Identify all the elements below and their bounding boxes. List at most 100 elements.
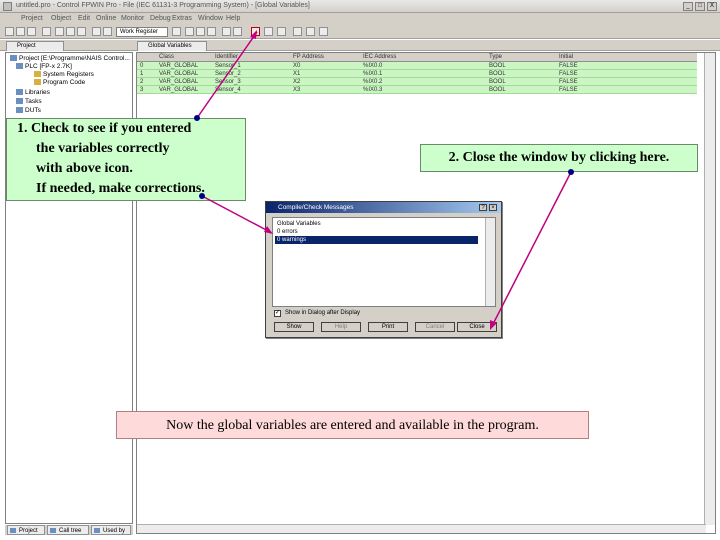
list-icon[interactable]: [319, 27, 328, 36]
cell-iec-address[interactable]: %IX0.1: [363, 70, 382, 78]
table-row[interactable]: 1 VAR_GLOBAL Sensor_2 X1 %IX0.1 BOOL FAL…: [137, 70, 697, 78]
column-header[interactable]: FP Address: [293, 54, 324, 60]
cell-identifier[interactable]: Sensor_3: [215, 78, 241, 86]
menu-monitor[interactable]: Monitor: [121, 15, 144, 22]
cell-iec-address[interactable]: %IX0.3: [363, 86, 382, 94]
bottom-tab-used-by[interactable]: Used by: [91, 525, 131, 535]
minimize-button[interactable]: _: [683, 2, 693, 11]
insert-row-icon[interactable]: [293, 27, 302, 36]
new-icon[interactable]: [5, 27, 14, 36]
cell-type[interactable]: BOOL: [489, 78, 506, 86]
cell-class[interactable]: VAR_GLOBAL: [159, 62, 198, 70]
call-tree-icon: [50, 528, 56, 533]
open-icon[interactable]: [16, 27, 25, 36]
tree-item-program-code[interactable]: Program Code: [34, 79, 85, 86]
close-button[interactable]: Close: [457, 322, 497, 332]
message-item[interactable]: Global Variables: [275, 220, 478, 228]
cell-type[interactable]: BOOL: [489, 62, 506, 70]
show-button[interactable]: Show: [274, 322, 314, 332]
register-combo[interactable]: Work Register: [116, 27, 168, 37]
replace-icon[interactable]: [196, 27, 205, 36]
menu-object[interactable]: Object: [51, 15, 71, 22]
dialog-help-icon[interactable]: ?: [479, 204, 487, 211]
bottom-tab-project[interactable]: Project: [7, 525, 45, 535]
table-row[interactable]: 0 VAR_GLOBAL Sensor_1 X0 %IX0.0 BOOL FAL…: [137, 62, 697, 70]
window-icon[interactable]: [92, 27, 101, 36]
menu-window[interactable]: Window: [198, 15, 223, 22]
tree-item-libraries[interactable]: Libraries: [16, 89, 50, 96]
print-button[interactable]: Print: [368, 322, 408, 332]
help-button[interactable]: Help: [321, 322, 361, 332]
message-item-selected[interactable]: 0 warnings: [275, 236, 478, 244]
menu-online[interactable]: Online: [96, 15, 116, 22]
menu-help[interactable]: Help: [226, 15, 240, 22]
callout-step-2: 2. Close the window by clicking here.: [420, 144, 698, 172]
tree-item-duts[interactable]: DUTs: [16, 107, 41, 114]
print-icon[interactable]: [42, 27, 51, 36]
delete-row-icon[interactable]: [306, 27, 315, 36]
cell-identifier[interactable]: Sensor_2: [215, 70, 241, 78]
tree-item-plc[interactable]: PLC [FP-x 2.7K]: [16, 63, 72, 70]
maximize-button[interactable]: □: [695, 2, 705, 11]
menu-bar: Project Object Edit Online Monitor Debug…: [0, 13, 720, 25]
copy-icon[interactable]: [66, 27, 75, 36]
show-dialog-checkbox[interactable]: ✓: [274, 310, 281, 317]
dialog-close-icon[interactable]: ×: [489, 204, 497, 211]
tree-item-system-registers[interactable]: System Registers: [34, 71, 94, 78]
list-scrollbar[interactable]: [485, 218, 495, 306]
menu-project[interactable]: Project: [21, 15, 43, 22]
cell-initial[interactable]: FALSE: [559, 86, 578, 94]
find-icon[interactable]: [185, 27, 194, 36]
menu-debug[interactable]: Debug: [150, 15, 171, 22]
cell-initial[interactable]: FALSE: [559, 62, 578, 70]
cell-fp-address[interactable]: X0: [293, 62, 300, 70]
save-icon[interactable]: [27, 27, 36, 36]
paste-icon[interactable]: [77, 27, 86, 36]
tree-item-tasks[interactable]: Tasks: [16, 98, 42, 105]
cell-initial[interactable]: FALSE: [559, 78, 578, 86]
build-icon[interactable]: [264, 27, 273, 36]
cell-type[interactable]: BOOL: [489, 86, 506, 94]
redo-icon[interactable]: [233, 27, 242, 36]
undo-icon[interactable]: [222, 27, 231, 36]
message-item[interactable]: 0 errors: [275, 228, 478, 236]
bottom-tab-call-tree[interactable]: Call tree: [47, 525, 89, 535]
cell-fp-address[interactable]: X1: [293, 70, 300, 78]
tab-project[interactable]: Project: [6, 41, 64, 51]
menu-edit[interactable]: Edit: [78, 15, 90, 22]
cell-type[interactable]: BOOL: [489, 70, 506, 78]
table-row[interactable]: 3 VAR_GLOBAL Sensor_4 X3 %IX0.3 BOOL FAL…: [137, 86, 697, 94]
cell-initial[interactable]: FALSE: [559, 70, 578, 78]
cell-fp-address[interactable]: X3: [293, 86, 300, 94]
cancel-button[interactable]: Cancel: [415, 322, 455, 332]
horizontal-scrollbar[interactable]: [137, 524, 706, 533]
checkbox-label: Show in Dialog after Display: [285, 310, 361, 316]
cell-class[interactable]: VAR_GLOBAL: [159, 70, 198, 78]
cell-identifier[interactable]: Sensor_1: [215, 62, 241, 70]
column-header[interactable]: IEC Address: [363, 54, 396, 60]
tree-item-project[interactable]: Project [E:\Programme\NAIS Control...: [10, 55, 130, 62]
column-header[interactable]: Type: [489, 54, 502, 60]
table-row[interactable]: 2 VAR_GLOBAL Sensor_3 X2 %IX0.2 BOOL FAL…: [137, 78, 697, 86]
tile-icon[interactable]: [103, 27, 112, 36]
cell-iec-address[interactable]: %IX0.0: [363, 62, 382, 70]
download-icon[interactable]: [277, 27, 286, 36]
close-app-button[interactable]: X: [707, 2, 717, 11]
cell-class[interactable]: VAR_GLOBAL: [159, 86, 198, 94]
message-list[interactable]: Global Variables 0 errors 0 warnings: [272, 217, 496, 307]
dropdown-icon[interactable]: [172, 27, 181, 36]
column-header[interactable]: Class: [159, 54, 174, 60]
vertical-scrollbar[interactable]: [704, 53, 715, 525]
tab-global-variables[interactable]: Global Variables: [137, 41, 207, 51]
compile-check-icon[interactable]: [251, 27, 260, 36]
menu-extras[interactable]: Extras: [172, 15, 192, 22]
cut-icon[interactable]: [55, 27, 64, 36]
tree-item-label: DUTs: [25, 107, 41, 114]
cell-identifier[interactable]: Sensor_4: [215, 86, 241, 94]
cell-fp-address[interactable]: X2: [293, 78, 300, 86]
cell-class[interactable]: VAR_GLOBAL: [159, 78, 198, 86]
column-header[interactable]: Initial: [559, 54, 573, 60]
check-icon[interactable]: [207, 27, 216, 36]
cell-iec-address[interactable]: %IX0.2: [363, 78, 382, 86]
column-header[interactable]: Identifier: [215, 54, 238, 60]
